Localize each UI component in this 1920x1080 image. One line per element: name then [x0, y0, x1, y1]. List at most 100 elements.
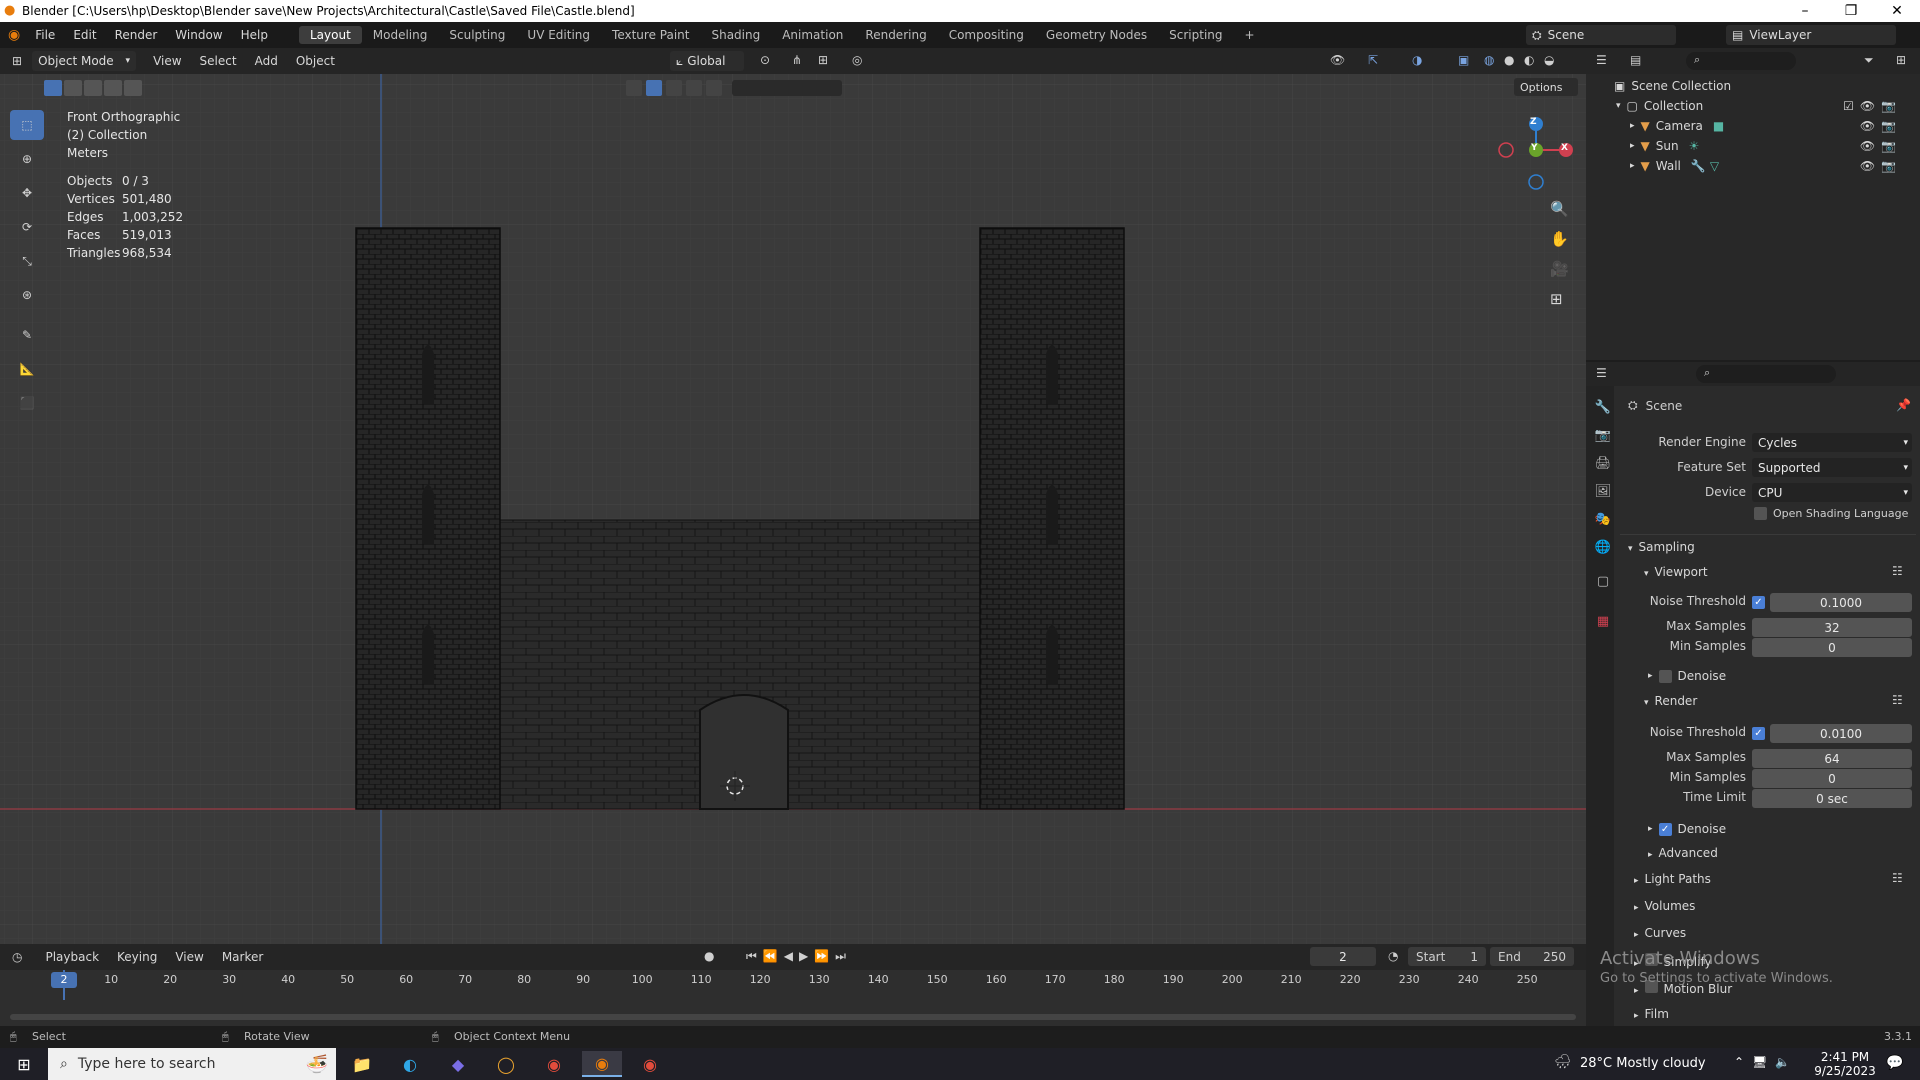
mesh-filter-icon[interactable]	[646, 80, 662, 96]
r-noise-threshold-checkbox[interactable]: ✓	[1752, 727, 1765, 740]
close-button[interactable]: ✕	[1874, 0, 1920, 22]
outliner-item-wall[interactable]: ▸ ▼ Wall 🔧 ▽ 👁📷	[1630, 156, 1916, 176]
motion-blur-checkbox[interactable]	[1644, 980, 1658, 993]
scale-tool-icon[interactable]: ⤡	[10, 246, 44, 276]
properties-search-input[interactable]: ⌕	[1696, 365, 1836, 383]
wireframe-shading-icon[interactable]: ◍	[1484, 53, 1494, 67]
tab-rendering[interactable]: Rendering	[854, 26, 937, 44]
move-tool-icon[interactable]: ✥	[10, 178, 44, 208]
curve-filter-icon[interactable]	[666, 80, 682, 96]
collection-toggles-icon[interactable]: ☑👁📷	[1843, 99, 1902, 113]
app-icon[interactable]: ◆	[438, 1051, 478, 1077]
viewport-menu-select[interactable]: Select	[191, 54, 246, 68]
tab-scripting[interactable]: Scripting	[1158, 26, 1233, 44]
restore-button[interactable]: ❐	[1828, 0, 1874, 22]
chrome-browser-icon[interactable]: ◉	[534, 1051, 574, 1077]
windows-start-icon[interactable]: ⊞	[4, 1051, 44, 1077]
snap-grid-icon[interactable]: ⊞	[818, 53, 828, 67]
world-tab-icon[interactable]: 🌐	[1592, 536, 1614, 558]
timeline-editor-icon[interactable]: ◷	[12, 950, 22, 964]
xray-icon[interactable]: ▣	[1458, 53, 1469, 67]
viewport-search-input[interactable]	[732, 80, 842, 96]
timeline-menu-view[interactable]: View	[166, 950, 212, 964]
tab-modeling[interactable]: Modeling	[362, 26, 439, 44]
r-denoise-checkbox[interactable]: ✓	[1658, 822, 1672, 836]
weather-text[interactable]: 28°C Mostly cloudy	[1580, 1056, 1706, 1071]
camera-toggles-icon[interactable]: 👁📷	[1860, 119, 1902, 133]
select-invert-icon[interactable]	[104, 80, 122, 96]
collection-tab-icon[interactable]: ▢	[1592, 570, 1614, 592]
pan-hand-icon[interactable]: ✋	[1550, 224, 1569, 254]
simplify-panel[interactable]: ▸ Simplify	[1634, 953, 1712, 969]
viewport-subpanel-header[interactable]: ▾ Viewport	[1644, 565, 1708, 579]
viewport-menu-view[interactable]: View	[144, 54, 190, 68]
editor-type-icon[interactable]: ⊞	[12, 54, 22, 68]
texture-tab-icon[interactable]: ▦	[1592, 610, 1614, 632]
playhead-marker[interactable]: 2	[51, 972, 77, 988]
snap-icon[interactable]: ⋔	[792, 53, 802, 67]
time-limit-field[interactable]: 0 sec	[1752, 789, 1912, 808]
rotate-tool-icon[interactable]: ⟳	[10, 212, 44, 242]
r-noise-threshold-field[interactable]: 0.0100	[1770, 724, 1912, 743]
select-new-icon[interactable]	[44, 80, 62, 96]
add-cube-tool-icon[interactable]: ⬛	[10, 388, 44, 418]
menu-file[interactable]: File	[26, 28, 64, 42]
measure-tool-icon[interactable]: 📐	[10, 354, 44, 384]
annotate-tool-icon[interactable]: ✎	[10, 320, 44, 350]
mode-selector[interactable]: Object Mode ▾	[32, 51, 137, 71]
camera-filter-icon[interactable]	[706, 80, 722, 96]
select-subtract-icon[interactable]	[84, 80, 102, 96]
zoom-icon[interactable]: 🔍	[1550, 194, 1569, 224]
transform-orientation-selector[interactable]: ⟀ Global	[670, 51, 744, 71]
gizmo-toggle-icon[interactable]: ⇱	[1368, 53, 1378, 67]
tab-sculpting[interactable]: Sculpting	[438, 26, 516, 44]
menu-edit[interactable]: Edit	[64, 28, 105, 42]
r-denoise-subpanel[interactable]: ▸ ✓ Denoise	[1648, 822, 1726, 836]
light-filter-icon[interactable]	[686, 80, 702, 96]
blender-taskbar-icon[interactable]: ◉	[582, 1051, 622, 1077]
scene-field[interactable]: Scene	[1548, 28, 1585, 42]
select-box-tool-icon[interactable]: ⬚	[10, 110, 44, 140]
camera-view-icon[interactable]: 🎥	[1550, 254, 1569, 284]
sun-toggles-icon[interactable]: 👁📷	[1860, 139, 1902, 153]
vp-denoise-checkbox[interactable]	[1658, 669, 1672, 683]
vp-noise-threshold-checkbox[interactable]: ✓	[1752, 596, 1765, 609]
vp-noise-threshold-field[interactable]: 0.1000	[1770, 593, 1912, 612]
pivot-icon[interactable]: ⊙	[760, 53, 770, 67]
outliner-item-sun[interactable]: ▸ ▼ Sun ☀ 👁📷	[1630, 136, 1916, 156]
preview-range-icon[interactable]: ◔	[1388, 949, 1398, 963]
view-layer-tab-icon[interactable]: 🖼	[1592, 480, 1614, 502]
wall-toggles-icon[interactable]: 👁📷	[1860, 159, 1902, 173]
solid-shading-icon[interactable]: ●	[1504, 53, 1514, 67]
scene-collection-row[interactable]: ▣ Scene Collection	[1614, 76, 1731, 96]
render-subpanel-header[interactable]: ▾ Render	[1644, 694, 1697, 708]
motion-blur-panel[interactable]: ▸ Motion Blur	[1634, 980, 1732, 996]
add-workspace-button[interactable]: +	[1234, 26, 1266, 44]
edge-browser-icon[interactable]: ◐	[390, 1051, 430, 1077]
overlay-toggle-icon[interactable]: ◑	[1412, 53, 1422, 67]
osl-checkbox[interactable]	[1754, 507, 1767, 520]
display-mode-icon[interactable]: ▤	[1630, 53, 1641, 67]
minimize-button[interactable]: –	[1782, 0, 1828, 22]
viewport-menu-add[interactable]: Add	[246, 54, 287, 68]
vp-min-samples-field[interactable]: 0	[1752, 638, 1912, 657]
playback-controls-icon[interactable]: ⏮⏪◀▶⏩⏭	[746, 949, 852, 964]
properties-editor-icon[interactable]: ☰	[1596, 366, 1607, 380]
object-filter-icon[interactable]	[626, 80, 642, 96]
tab-geometry-nodes[interactable]: Geometry Nodes	[1035, 26, 1158, 44]
outliner-item-camera[interactable]: ▸ ▼ Camera ■ 👁📷	[1630, 116, 1916, 136]
film-panel[interactable]: ▸ Film	[1634, 1007, 1669, 1021]
current-frame-field[interactable]: 2	[1310, 947, 1376, 966]
tool-tab-icon[interactable]: 🔧	[1592, 396, 1614, 418]
menu-window[interactable]: Window	[166, 28, 231, 42]
presets-list-icon[interactable]: ☷	[1892, 871, 1903, 885]
cursor-tool-icon[interactable]: ⊕	[10, 144, 44, 174]
visibility-icon[interactable]: 👁	[1330, 53, 1345, 67]
r-max-samples-field[interactable]: 64	[1752, 749, 1912, 768]
blender-menu-icon[interactable]: ◉	[8, 27, 20, 43]
castle-wall-mesh[interactable]	[499, 519, 981, 810]
options-button[interactable]: Options	[1514, 78, 1578, 96]
rendered-shading-icon[interactable]: ◒	[1544, 53, 1554, 67]
transform-tool-icon[interactable]: ⊛	[10, 280, 44, 310]
render-engine-dropdown[interactable]: Cycles ▾	[1752, 433, 1912, 452]
